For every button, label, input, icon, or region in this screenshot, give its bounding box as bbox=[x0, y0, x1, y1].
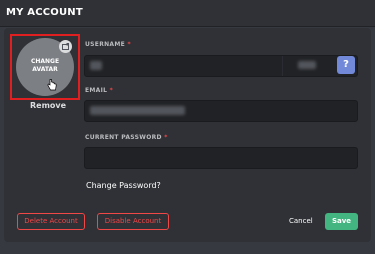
required-marker: * bbox=[109, 87, 114, 94]
page-title: MY ACCOUNT bbox=[6, 7, 83, 18]
current-password-label-text: CURRENT PASSWORD bbox=[85, 134, 162, 141]
cancel-button[interactable]: Cancel bbox=[289, 217, 313, 225]
email-label-text: EMAIL bbox=[85, 87, 108, 94]
username-field[interactable] bbox=[84, 55, 358, 77]
change-avatar-label-line2: AVATAR bbox=[32, 66, 58, 73]
redacted-username bbox=[90, 61, 102, 70]
required-marker: * bbox=[127, 41, 131, 48]
settings-header: MY ACCOUNT bbox=[0, 0, 375, 27]
email-label: EMAIL * bbox=[85, 87, 113, 94]
disable-account-button[interactable]: Disable Account bbox=[97, 213, 169, 230]
help-button[interactable]: ? bbox=[337, 56, 355, 74]
remove-avatar-button[interactable]: Remove bbox=[30, 101, 66, 110]
change-avatar-label-line1: CHANGE bbox=[30, 58, 60, 65]
discriminator-divider bbox=[282, 56, 283, 76]
hand-cursor-icon bbox=[47, 76, 57, 95]
save-button[interactable]: Save bbox=[325, 213, 358, 230]
delete-account-button[interactable]: Delete Account bbox=[17, 213, 85, 230]
required-marker: * bbox=[164, 134, 168, 141]
change-password-link[interactable]: Change Password? bbox=[86, 181, 161, 190]
redacted-discriminator bbox=[298, 61, 316, 69]
username-label: USERNAME * bbox=[85, 41, 131, 48]
username-label-text: USERNAME bbox=[85, 41, 126, 48]
current-password-field[interactable] bbox=[84, 147, 358, 169]
change-avatar-label: CHANGE AVATAR bbox=[16, 58, 74, 74]
upload-image-icon[interactable] bbox=[59, 40, 72, 53]
redacted-email bbox=[90, 106, 185, 115]
current-password-label: CURRENT PASSWORD * bbox=[85, 134, 168, 141]
